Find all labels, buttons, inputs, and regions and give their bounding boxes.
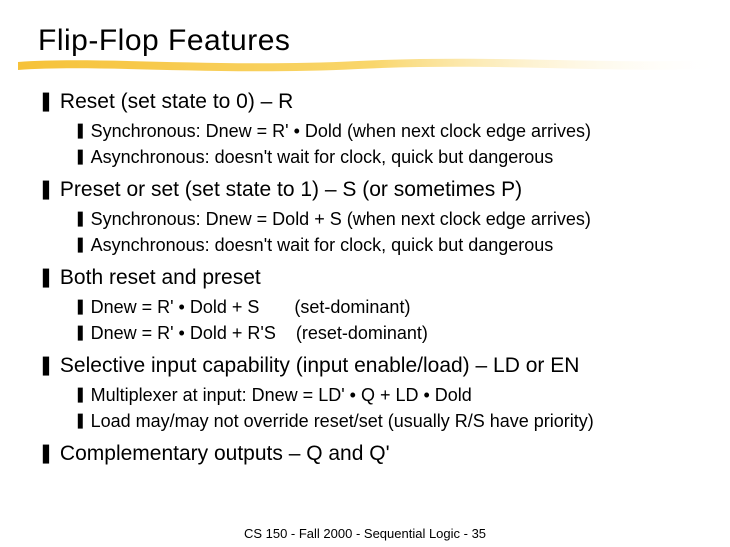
bullet-l2-text: Load may/may not override reset/set (usu… xyxy=(91,408,594,434)
bullet-l1-text: Reset (set state to 0) – R xyxy=(60,88,293,116)
bullet-l2-text: Asynchronous: doesn't wait for clock, qu… xyxy=(91,144,554,170)
bullet-l1: ❚Reset (set state to 0) – R xyxy=(38,88,692,116)
sub-bullet-marker-icon: ❚ xyxy=(74,118,87,144)
sub-bullet-list: ❚Multiplexer at input: Dnew = LD' • Q + … xyxy=(74,382,692,434)
bullet-l2: ❚Dnew = R' • Dold + S (set-dominant) xyxy=(74,294,692,320)
bullet-l2-text: Dnew = R' • Dold + S (set-dominant) xyxy=(91,294,411,320)
sub-bullet-marker-icon: ❚ xyxy=(74,206,87,232)
bullet-l2: ❚Multiplexer at input: Dnew = LD' • Q + … xyxy=(74,382,692,408)
bullet-l2-text: Dnew = R' • Dold + R'S (reset-dominant) xyxy=(91,320,428,346)
sub-bullet-marker-icon: ❚ xyxy=(74,144,87,170)
sub-bullet-marker-icon: ❚ xyxy=(74,382,87,408)
bullet-marker-icon: ❚ xyxy=(38,88,54,116)
bullet-l1-text: Selective input capability (input enable… xyxy=(60,352,579,380)
sub-bullet-list: ❚Dnew = R' • Dold + S (set-dominant)❚Dne… xyxy=(74,294,692,346)
bullet-l2: ❚Synchronous: Dnew = Dold + S (when next… xyxy=(74,206,692,232)
bullet-marker-icon: ❚ xyxy=(38,264,54,292)
sub-bullet-marker-icon: ❚ xyxy=(74,320,87,346)
bullet-marker-icon: ❚ xyxy=(38,352,54,380)
bullet-l1-text: Complementary outputs – Q and Q' xyxy=(60,440,390,468)
sub-bullet-marker-icon: ❚ xyxy=(74,408,87,434)
slide: Flip-Flop Features ❚Reset (set state to … xyxy=(0,0,730,468)
sub-bullet-list: ❚Synchronous: Dnew = Dold + S (when next… xyxy=(74,206,692,258)
bullet-l2-text: Synchronous: Dnew = R' • Dold (when next… xyxy=(91,118,591,144)
slide-footer: CS 150 - Fall 2000 - Sequential Logic - … xyxy=(0,526,730,541)
bullet-l2-text: Synchronous: Dnew = Dold + S (when next … xyxy=(91,206,591,232)
bullet-l2: ❚Asynchronous: doesn't wait for clock, q… xyxy=(74,144,692,170)
bullet-l1: ❚Preset or set (set state to 1) – S (or … xyxy=(38,176,692,204)
bullet-l2: ❚Load may/may not override reset/set (us… xyxy=(74,408,692,434)
bullet-l2: ❚Synchronous: Dnew = R' • Dold (when nex… xyxy=(74,118,692,144)
bullet-list: ❚Reset (set state to 0) – R❚Synchronous:… xyxy=(38,88,692,468)
bullet-l1: ❚Both reset and preset xyxy=(38,264,692,292)
bullet-l1: ❚Selective input capability (input enabl… xyxy=(38,352,692,380)
bullet-l2-text: Multiplexer at input: Dnew = LD' • Q + L… xyxy=(91,382,472,408)
title-wrap: Flip-Flop Features xyxy=(38,24,692,58)
bullet-l1-text: Both reset and preset xyxy=(60,264,261,292)
bullet-l1-text: Preset or set (set state to 1) – S (or s… xyxy=(60,176,522,204)
bullet-l2: ❚Dnew = R' • Dold + R'S (reset-dominant) xyxy=(74,320,692,346)
bullet-l2: ❚Asynchronous: doesn't wait for clock, q… xyxy=(74,232,692,258)
bullet-l2-text: Asynchronous: doesn't wait for clock, qu… xyxy=(91,232,554,258)
bullet-marker-icon: ❚ xyxy=(38,440,54,468)
bullet-marker-icon: ❚ xyxy=(38,176,54,204)
slide-title: Flip-Flop Features xyxy=(38,24,692,58)
bullet-l1: ❚Complementary outputs – Q and Q' xyxy=(38,440,692,468)
sub-bullet-marker-icon: ❚ xyxy=(74,232,87,258)
sub-bullet-list: ❚Synchronous: Dnew = R' • Dold (when nex… xyxy=(74,118,692,170)
sub-bullet-marker-icon: ❚ xyxy=(74,294,87,320)
